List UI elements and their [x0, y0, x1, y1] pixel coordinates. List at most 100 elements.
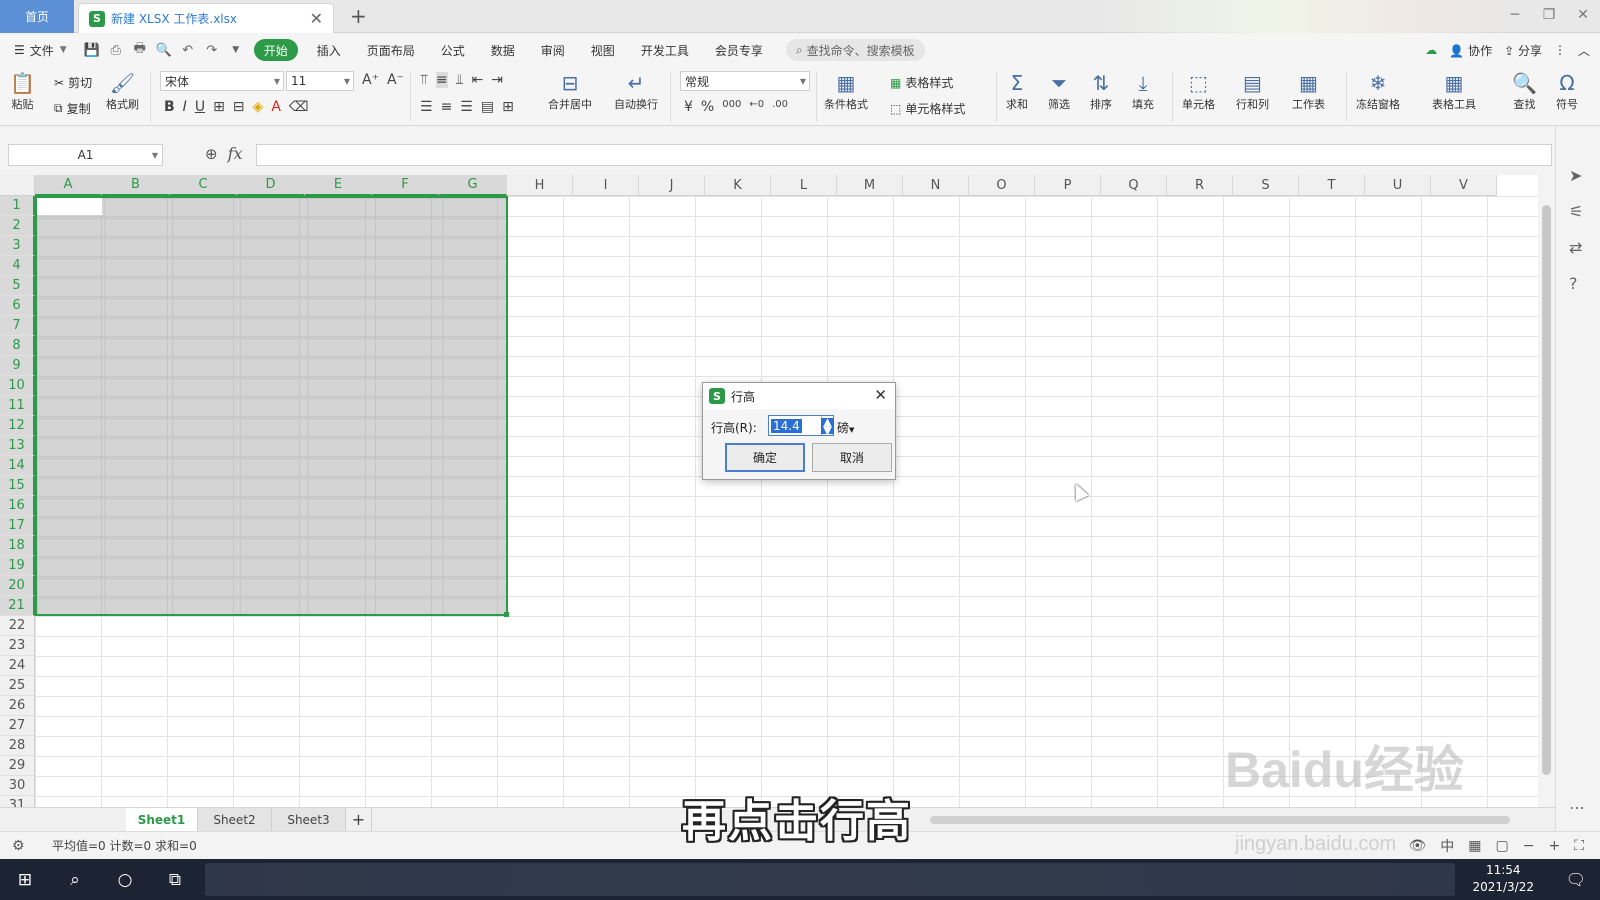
distributed-icon[interactable]: ⊞ — [502, 99, 514, 115]
tab-data[interactable]: 数据 — [478, 34, 528, 66]
row-header-1[interactable]: 1 — [0, 196, 35, 216]
output-icon[interactable]: ⎙ — [104, 38, 128, 62]
increase-decimal-icon[interactable]: ←0 — [749, 99, 764, 115]
help-icon[interactable]: ? — [1569, 274, 1578, 293]
customize-toolbar-icon[interactable]: ▼ — [224, 38, 248, 62]
spreadsheet-grid[interactable]: ABCDEFGHIJKLMNOPQRSTUV 1 2 3 4 5 6 7 8 9 10 11 12 13… — [0, 175, 1538, 807]
column-header-t[interactable]: T — [1299, 175, 1365, 196]
sheet-tab-1[interactable]: Sheet1 — [126, 808, 198, 831]
select-all-corner[interactable] — [0, 175, 35, 196]
column-header-e[interactable]: E — [305, 175, 372, 196]
sum-button[interactable]: Σ 求和 — [1006, 70, 1028, 112]
zoom-formula-icon[interactable]: ⊕ — [205, 145, 218, 163]
column-header-q[interactable]: Q — [1101, 175, 1167, 196]
unit-select[interactable]: 磅▼ — [837, 419, 854, 436]
column-header-n[interactable]: N — [903, 175, 969, 196]
wrap-text-button[interactable]: ↵ 自动换行 — [614, 70, 658, 112]
add-sheet-button[interactable]: + — [346, 808, 372, 831]
column-header-r[interactable]: R — [1167, 175, 1233, 196]
tab-developer[interactable]: 开发工具 — [628, 34, 702, 66]
increase-font-icon[interactable]: A⁺ — [362, 72, 379, 88]
table-style-button[interactable]: ▦ 表格样式 — [890, 74, 953, 91]
tab-view[interactable]: 视图 — [578, 34, 628, 66]
collapse-ribbon-icon[interactable]: ︿ — [1578, 42, 1590, 59]
column-header-f[interactable]: F — [372, 175, 439, 196]
filter-button[interactable]: ⏷ 筛选 — [1048, 70, 1070, 112]
restore-icon[interactable]: ❐ — [1532, 0, 1566, 30]
italic-icon[interactable]: I — [183, 99, 187, 115]
fill-color-icon[interactable]: ◈ — [253, 99, 264, 115]
column-header-g[interactable]: G — [439, 175, 507, 196]
page-layout-view-icon[interactable]: ▢ — [1495, 838, 1508, 854]
indent-increase-icon[interactable]: ⇥ — [491, 72, 503, 88]
more-icon[interactable]: ⋮ — [1554, 43, 1566, 57]
cells-button[interactable]: ⬚ 单元格 — [1182, 70, 1215, 112]
row-header-7[interactable]: 7 — [0, 316, 35, 336]
dialog-close-icon[interactable]: ✕ — [874, 386, 887, 404]
column-header-m[interactable]: M — [837, 175, 903, 196]
row-header-4[interactable]: 4 — [0, 256, 35, 276]
print-preview-icon[interactable]: 🔍 — [152, 38, 176, 62]
tab-formulas[interactable]: 公式 — [428, 34, 478, 66]
command-search[interactable]: ⌕ 查找命令、搜索模板 — [785, 39, 925, 61]
align-top-icon[interactable]: ⫪ — [420, 72, 428, 88]
font-color-icon[interactable]: A — [271, 99, 281, 115]
thousands-icon[interactable]: 000 — [722, 99, 741, 115]
tab-workbook[interactable]: S 新建 XLSX 工作表.xlsx ✕ — [78, 3, 334, 33]
sheet-tab-2[interactable]: Sheet2 — [198, 808, 272, 831]
symbol-button[interactable]: Ω 符号 — [1556, 70, 1578, 112]
normal-view-icon[interactable]: ▦ — [1468, 838, 1481, 854]
share-button[interactable]: ⇪ 分享 — [1504, 42, 1542, 59]
paste-button[interactable]: 📋 粘贴 — [10, 70, 35, 112]
row-header-10[interactable]: 10 — [0, 376, 35, 396]
macro-icon[interactable]: ⚙ — [12, 838, 25, 854]
column-header-h[interactable]: H — [507, 175, 573, 196]
column-header-p[interactable]: P — [1035, 175, 1101, 196]
row-header-9[interactable]: 9 — [0, 356, 35, 376]
row-header-16[interactable]: 16 — [0, 496, 35, 516]
row-header-21[interactable]: 21 — [0, 596, 35, 616]
active-cell[interactable] — [37, 198, 102, 215]
row-header-6[interactable]: 6 — [0, 296, 35, 316]
tab-home[interactable]: 首页 — [0, 0, 74, 33]
decrease-font-icon[interactable]: A⁻ — [387, 72, 404, 88]
row-header-13[interactable]: 13 — [0, 436, 35, 456]
copy-button[interactable]: ⧉ 复制 — [54, 100, 91, 117]
format-painter-button[interactable]: 🖌 格式刷 — [106, 70, 139, 112]
column-header-v[interactable]: V — [1431, 175, 1497, 196]
stepper-down-icon[interactable]: ▼ — [820, 424, 835, 436]
save-icon[interactable]: 💾 — [80, 38, 104, 62]
ok-button[interactable]: 确定 — [725, 443, 805, 472]
column-header-u[interactable]: U — [1365, 175, 1431, 196]
font-name-select[interactable]: 宋体 ▼ — [160, 71, 284, 91]
merge-center-button[interactable]: ⊟ 合并居中 — [548, 70, 592, 112]
row-header-29[interactable]: 29 — [0, 756, 35, 776]
row-header-2[interactable]: 2 — [0, 216, 35, 236]
more-icon[interactable]: ⋯ — [1569, 798, 1585, 817]
close-tab-icon[interactable]: ✕ — [310, 9, 323, 28]
taskbar-clock[interactable]: 11:54 2021/3/22 — [1472, 862, 1534, 896]
tab-start[interactable]: 开始 — [253, 39, 298, 61]
cortana-icon[interactable]: ○ — [100, 859, 150, 900]
select-cursor-icon[interactable]: ➤ — [1569, 166, 1582, 185]
column-header-i[interactable]: I — [573, 175, 639, 196]
tab-insert[interactable]: 插入 — [304, 34, 354, 66]
find-button[interactable]: 🔍 查找 — [1512, 70, 1537, 112]
bold-icon[interactable]: B — [164, 99, 175, 115]
percent-icon[interactable]: % — [701, 99, 714, 115]
name-box[interactable]: A1 ▼ — [8, 144, 163, 166]
print-icon[interactable]: 🖶 — [128, 38, 152, 62]
column-header-c[interactable]: C — [170, 175, 237, 196]
notification-icon[interactable]: 🗨 — [1566, 870, 1586, 889]
eye-protect-icon[interactable]: 👁 — [1408, 838, 1426, 854]
function-icon[interactable]: fx — [228, 144, 243, 163]
tab-page-layout[interactable]: 页面布局 — [354, 34, 428, 66]
row-header-17[interactable]: 17 — [0, 516, 35, 536]
search-icon[interactable]: ⌕ — [50, 859, 100, 900]
sort-button[interactable]: ⇅ 排序 — [1090, 70, 1112, 112]
input-method-icon[interactable]: 中 — [1440, 836, 1454, 856]
merge-border-icon[interactable]: ⊟ — [233, 99, 245, 115]
zoom-in-icon[interactable]: + — [1548, 838, 1560, 854]
column-header-s[interactable]: S — [1233, 175, 1299, 196]
row-header-18[interactable]: 18 — [0, 536, 35, 556]
